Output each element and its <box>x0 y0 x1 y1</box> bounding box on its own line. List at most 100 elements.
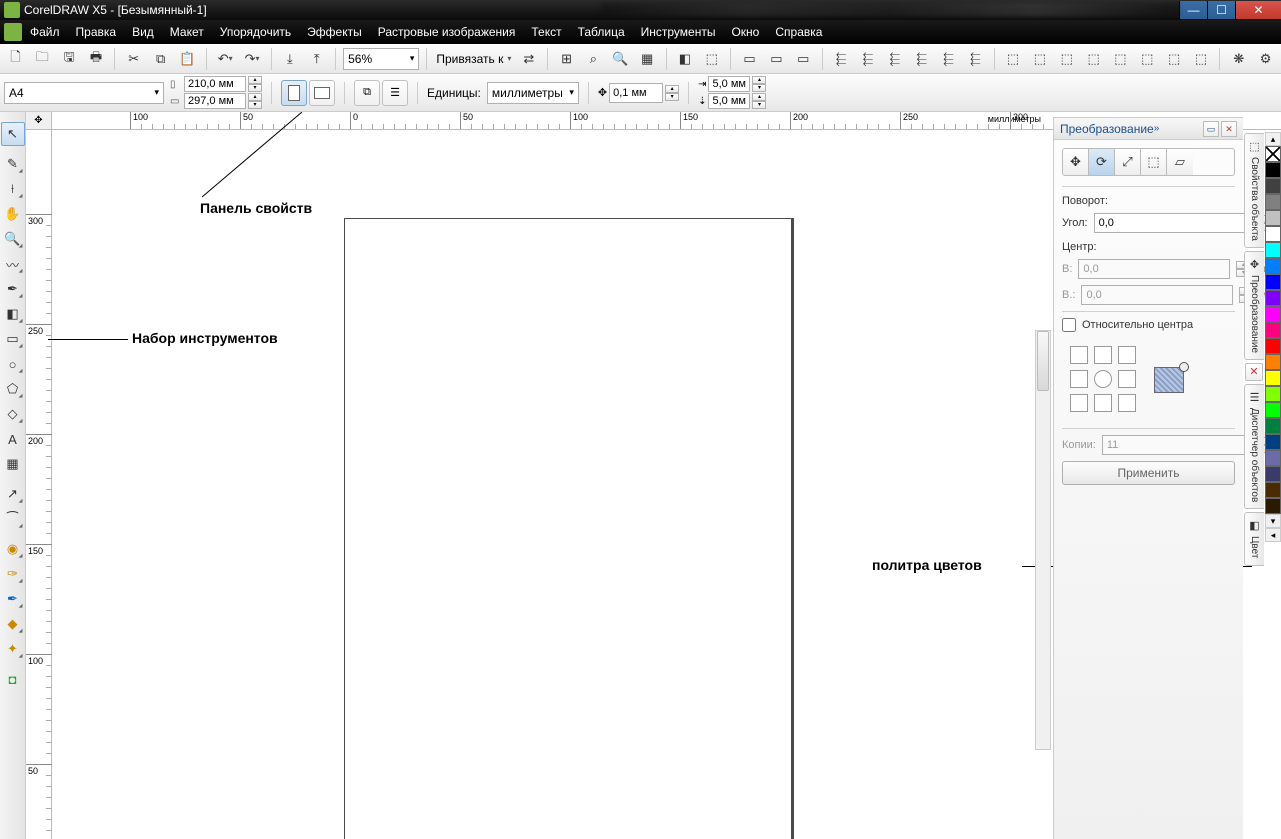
anchor-cell[interactable] <box>1070 394 1088 412</box>
window-maximize-button[interactable]: ☐ <box>1207 1 1235 19</box>
crop-tool[interactable]: ⟊◢ <box>1 177 25 201</box>
color-swatch[interactable] <box>1265 498 1281 514</box>
tool-icon[interactable]: 🔍 <box>609 47 632 71</box>
color-swatch[interactable] <box>1265 418 1281 434</box>
color-swatch[interactable] <box>1265 402 1281 418</box>
vertical-ruler[interactable]: 30025020015010050 <box>26 130 52 839</box>
angle-input[interactable] <box>1094 213 1246 233</box>
fill-tool[interactable]: ◆◢ <box>1 612 25 636</box>
tool-icon[interactable]: ⌕ <box>582 47 605 71</box>
spinner[interactable]: ▴▾ <box>248 76 262 92</box>
copies-input[interactable] <box>1102 435 1254 455</box>
scrollbar-thumb[interactable] <box>1037 331 1049 391</box>
page-layout-button[interactable]: ☰ <box>382 80 408 106</box>
color-swatch[interactable] <box>1265 210 1281 226</box>
menu-file[interactable]: Файл <box>30 25 60 39</box>
tab-close-button[interactable]: ✕ <box>1245 363 1263 381</box>
menu-edit[interactable]: Правка <box>76 25 117 39</box>
distribute-icon[interactable]: ⬚ <box>1002 47 1025 71</box>
zoom-combo[interactable]: 56%▾ <box>343 48 419 70</box>
anchor-cell[interactable] <box>1118 346 1136 364</box>
distribute-icon[interactable]: ⬚ <box>1190 47 1213 71</box>
dup-x-input[interactable] <box>708 76 750 92</box>
size-tab[interactable]: ⬚ <box>1141 149 1167 175</box>
center-y-input[interactable] <box>1081 285 1233 305</box>
transform-tab[interactable]: ✥Преобразование <box>1244 251 1264 360</box>
docker-close-button[interactable]: ✕ <box>1221 121 1237 137</box>
spinner[interactable]: ▴▾ <box>248 93 262 109</box>
color-swatch[interactable] <box>1265 242 1281 258</box>
tool-icon[interactable]: ▦ <box>636 47 659 71</box>
align-right-icon[interactable]: ⬱ <box>883 47 906 71</box>
distribute-icon[interactable]: ⬚ <box>1028 47 1051 71</box>
anchor-cell[interactable] <box>1118 370 1136 388</box>
center-x-input[interactable] <box>1078 259 1230 279</box>
freehand-tool[interactable]: 〰◢ <box>1 252 25 276</box>
docker-header[interactable]: Преобразование » ▭ ✕ <box>1054 118 1243 140</box>
basic-shapes-tool[interactable]: ◇◢ <box>1 402 25 426</box>
shape-tool[interactable]: ✎◢ <box>1 152 25 176</box>
zoom-tool[interactable]: 🔍◢ <box>1 227 25 251</box>
landscape-button[interactable] <box>309 80 335 106</box>
print-button[interactable]: 🖶 <box>85 47 108 71</box>
color-swatch[interactable] <box>1265 386 1281 402</box>
color-swatch[interactable] <box>1265 354 1281 370</box>
color-swatch[interactable] <box>1265 226 1281 242</box>
snap-to-dropdown[interactable]: Привязать к ▾ <box>434 52 513 66</box>
copy-button[interactable]: ⧉ <box>149 47 172 71</box>
distribute-icon[interactable]: ⬚ <box>1136 47 1159 71</box>
object-manager-tab[interactable]: ☰Диспетчер объектов <box>1244 384 1264 509</box>
paste-button[interactable]: 📋 <box>176 47 199 71</box>
menu-tools[interactable]: Инструменты <box>641 25 716 39</box>
color-swatch[interactable] <box>1265 178 1281 194</box>
page-height-input[interactable] <box>184 93 246 109</box>
color-swatch[interactable] <box>1265 322 1281 338</box>
window-close-button[interactable]: ✕ <box>1235 1 1281 19</box>
tool-icon[interactable]: ▭ <box>792 47 815 71</box>
tool-icon[interactable]: ▭ <box>765 47 788 71</box>
units-combo[interactable]: миллиметры▾ <box>487 82 579 104</box>
scale-tab[interactable]: ⤢ <box>1115 149 1141 175</box>
color-swatch[interactable] <box>1265 162 1281 178</box>
color-swatch[interactable] <box>1265 466 1281 482</box>
menu-text[interactable]: Текст <box>531 25 561 39</box>
table-tool[interactable]: ▦ <box>1 452 25 476</box>
redo-button[interactable]: ↷▾ <box>241 47 264 71</box>
export-button[interactable]: ⤒ <box>305 47 328 71</box>
cut-button[interactable]: ✂ <box>122 47 145 71</box>
anchor-cell[interactable] <box>1070 346 1088 364</box>
palette-down-arrow[interactable]: ▾ <box>1265 514 1281 528</box>
dimension-tool[interactable]: ↗◢ <box>1 482 25 506</box>
interactive-blend-tool[interactable]: ◉◢ <box>1 537 25 561</box>
smart-drawing-tool[interactable]: ◧◢ <box>1 302 25 326</box>
menu-bitmaps[interactable]: Растровые изображения <box>378 25 516 39</box>
distribute-icon[interactable]: ⬚ <box>1163 47 1186 71</box>
anchor-cell[interactable] <box>1118 394 1136 412</box>
text-tool[interactable]: A <box>1 427 25 451</box>
palette-up-arrow[interactable]: ▴ <box>1265 132 1281 146</box>
menu-view[interactable]: Вид <box>132 25 154 39</box>
menu-layout[interactable]: Макет <box>170 25 204 39</box>
window-minimize-button[interactable]: — <box>1179 1 1207 19</box>
vertical-scrollbar[interactable] <box>1035 330 1051 750</box>
position-tab[interactable]: ✥ <box>1063 149 1089 175</box>
object-properties-tab[interactable]: ⬚Свойства объекта <box>1244 133 1264 248</box>
color-swatch[interactable] <box>1265 258 1281 274</box>
palette-expand-arrow[interactable]: ◂ <box>1265 528 1281 542</box>
spinner[interactable]: ▴▾ <box>665 85 679 101</box>
eyedropper-tool[interactable]: ✑◢ <box>1 562 25 586</box>
color-swatch[interactable] <box>1265 338 1281 354</box>
save-button[interactable]: 🖫 <box>58 47 81 71</box>
align-center-icon[interactable]: ⬱ <box>856 47 879 71</box>
align-left-icon[interactable]: ⬱ <box>830 47 853 71</box>
color-swatch[interactable] <box>1265 274 1281 290</box>
rectangle-tool[interactable]: ▭◢ <box>1 327 25 351</box>
color-swatch[interactable] <box>1265 370 1281 386</box>
menu-window[interactable]: Окно <box>731 25 759 39</box>
pick-tool[interactable]: ↖ <box>1 122 25 146</box>
color-swatch[interactable] <box>1265 434 1281 450</box>
menu-effects[interactable]: Эффекты <box>307 25 362 39</box>
smart-fill-tool[interactable]: ✒◢ <box>1 277 25 301</box>
undo-button[interactable]: ↶▾ <box>214 47 237 71</box>
menu-table[interactable]: Таблица <box>578 25 625 39</box>
